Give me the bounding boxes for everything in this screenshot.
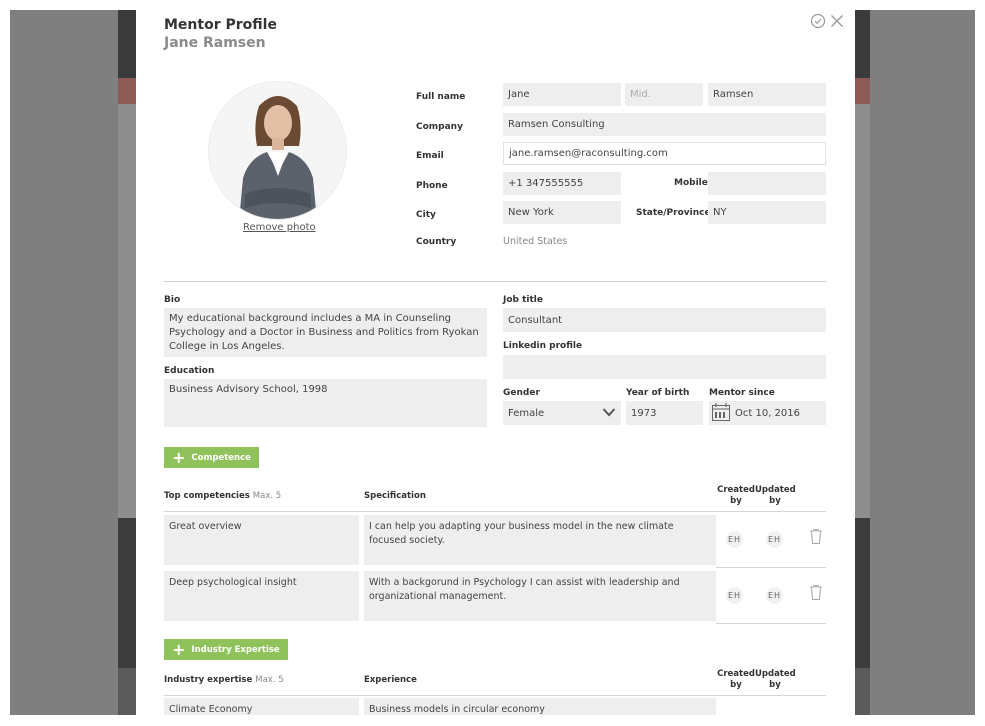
linkedin-field[interactable] (503, 355, 826, 379)
state-field[interactable]: NY (708, 201, 826, 224)
modal-actions (810, 12, 845, 34)
competence-name-cell[interactable]: Great overview (164, 515, 359, 565)
industry-created-by-header: Created by (717, 669, 755, 691)
company-label: Company (416, 122, 463, 132)
mentor-since-value: Oct 10, 2016 (735, 407, 800, 419)
mobile-field[interactable] (708, 172, 826, 195)
section-divider (164, 281, 826, 282)
plus-icon: + (172, 639, 186, 659)
industry-created-by-label: by (730, 680, 742, 690)
trash-icon[interactable] (809, 528, 823, 549)
table-header-divider (164, 511, 826, 512)
job-title-field[interactable]: Consultant (503, 308, 826, 332)
bio-field[interactable]: My educational background includes a MA … (164, 308, 487, 357)
created-by-header: Created by (717, 485, 755, 507)
mentor-since-field[interactable]: Oct 10, 2016 (709, 401, 826, 425)
industry-updated-label: Updated (755, 669, 796, 679)
industry-expertise-header: Industry expertise Max. 5 (164, 675, 284, 685)
industry-updated-by-label: by (769, 680, 781, 690)
top-competencies-title: Top competencies (164, 491, 250, 501)
mentor-profile-modal: Mentor Profile Jane Ramsen Remove photo … (136, 10, 855, 715)
competence-name-cell[interactable]: Deep psychological insight (164, 571, 359, 621)
updated-by-avatar: EH (766, 531, 783, 548)
year-of-birth-label: Year of birth (626, 388, 690, 398)
industry-updated-by-header: Updated by (755, 669, 796, 691)
full-name-label: Full name (416, 92, 466, 102)
modal-title: Mentor Profile (164, 17, 277, 33)
company-field[interactable]: Ramsen Consulting (503, 113, 826, 136)
gender-value: Female (508, 407, 545, 419)
mentor-name-heading: Jane Ramsen (164, 35, 266, 51)
close-icon[interactable] (829, 12, 845, 34)
competence-spec-cell[interactable]: I can help you adapting your business mo… (364, 515, 716, 565)
education-label: Education (164, 366, 215, 376)
gender-select[interactable]: Female (503, 401, 621, 425)
education-field[interactable]: Business Advisory School, 1998 (164, 379, 487, 427)
add-industry-label: Industry Expertise (191, 644, 280, 655)
top-competencies-header: Top competencies Max. 5 (164, 491, 281, 501)
top-competencies-max: Max. 5 (252, 491, 282, 501)
calendar-icon[interactable] (711, 402, 731, 425)
first-name-field[interactable]: Jane (503, 83, 621, 106)
created-by-avatar: EH (726, 587, 743, 604)
industry-name-cell[interactable]: Climate Economy (164, 698, 359, 715)
year-of-birth-field[interactable]: 1973 (626, 401, 703, 425)
middle-name-field[interactable]: Mid. (625, 83, 703, 106)
city-label: City (416, 210, 436, 220)
add-competence-button[interactable]: + Competence (164, 447, 259, 468)
email-field[interactable]: jane.ramsen@raconsulting.com (503, 142, 826, 165)
updated-by-header: Updated by (755, 485, 796, 507)
specification-header: Specification (364, 491, 426, 501)
created-header-label: Created (717, 485, 755, 495)
industry-created-label: Created (717, 669, 755, 679)
last-name-field[interactable]: Ramsen (708, 83, 826, 106)
city-field[interactable]: New York (503, 201, 621, 224)
gender-label: Gender (503, 388, 540, 398)
add-competence-label: Competence (191, 452, 251, 463)
industry-experience-cell[interactable]: Business models in circular economy (364, 698, 716, 715)
remove-photo-link[interactable]: Remove photo (243, 222, 316, 233)
industry-header-divider (164, 695, 826, 696)
linkedin-label: Linkedin profile (503, 341, 583, 351)
email-label: Email (416, 151, 444, 161)
job-title-label: Job title (503, 295, 543, 305)
add-industry-expertise-button[interactable]: + Industry Expertise (164, 639, 288, 660)
experience-header: Experience (364, 675, 417, 685)
competence-spec-cell[interactable]: With a backgorund in Psychology I can as… (364, 571, 716, 621)
row-divider (716, 567, 826, 568)
industry-expertise-title: Industry expertise (164, 675, 253, 685)
row-divider (716, 623, 826, 624)
phone-label: Phone (416, 181, 448, 191)
bio-label: Bio (164, 295, 181, 305)
mentor-since-label: Mentor since (709, 388, 775, 398)
updated-header-label: Updated (755, 485, 796, 495)
country-value: United States (503, 236, 568, 247)
country-label: Country (416, 237, 457, 247)
industry-expertise-max: Max. 5 (255, 675, 284, 685)
state-label: State/Province (636, 208, 711, 218)
trash-icon[interactable] (809, 584, 823, 605)
modal-scrollbar[interactable] (852, 10, 855, 715)
chevron-down-icon (602, 407, 616, 420)
updated-by-avatar: EH (766, 587, 783, 604)
mentor-photo[interactable] (208, 81, 347, 220)
check-circle-icon[interactable] (810, 12, 826, 34)
phone-field[interactable]: +1 347555555 (503, 172, 621, 195)
mobile-label: Mobile (674, 178, 708, 188)
created-by-label: by (730, 496, 742, 506)
created-by-avatar: EH (726, 531, 743, 548)
plus-icon: + (172, 447, 186, 467)
updated-by-label: by (769, 496, 781, 506)
